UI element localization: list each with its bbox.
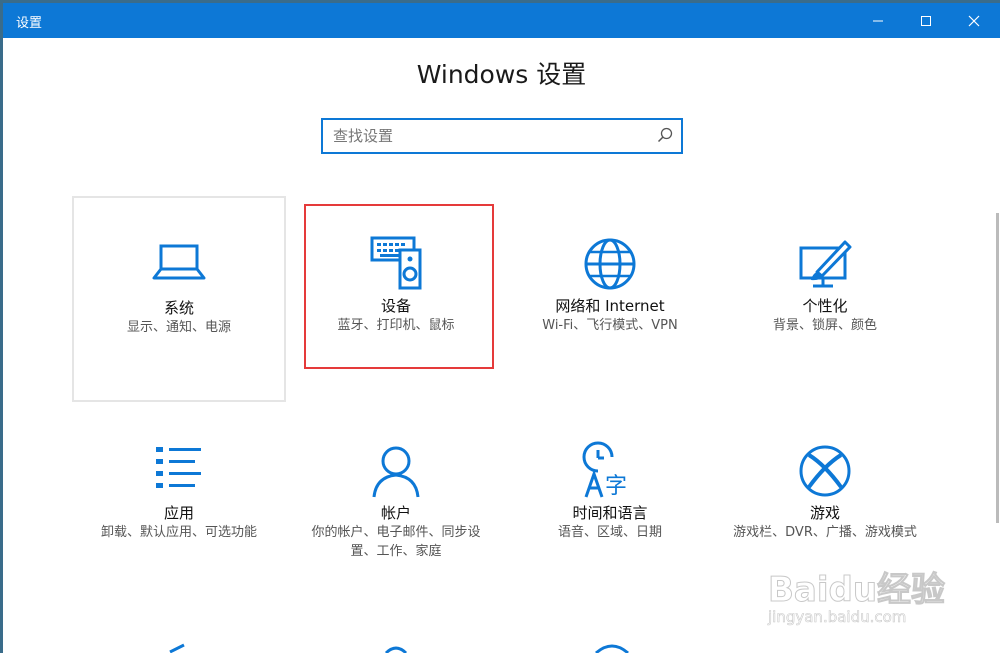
window-title: 设置 bbox=[16, 16, 43, 31]
tile-system[interactable]: 系统 显示、通知、电源 bbox=[72, 196, 286, 402]
person-icon bbox=[372, 446, 420, 498]
watermark-logo: Baidu经验 bbox=[767, 570, 946, 611]
highlight-box bbox=[304, 204, 494, 369]
close-button[interactable] bbox=[951, 3, 997, 38]
paintbrush-monitor-icon bbox=[799, 240, 852, 288]
page-title: Windows 设置 bbox=[416, 60, 587, 89]
search-icon[interactable] bbox=[657, 127, 673, 143]
tile-title: 帐户 bbox=[380, 504, 411, 522]
tile-description: 游戏栏、DVR、广播、游戏模式 bbox=[733, 525, 917, 540]
tile-title: 时间和语言 bbox=[572, 504, 648, 522]
maximize-icon bbox=[921, 15, 931, 26]
list-icon bbox=[156, 447, 201, 488]
xbox-icon bbox=[799, 445, 851, 497]
tile-title: 个性化 bbox=[802, 297, 848, 315]
minimize-icon bbox=[873, 20, 883, 21]
tile-title: 游戏 bbox=[809, 504, 840, 522]
tile-title: 应用 bbox=[163, 504, 194, 522]
tile-apps[interactable]: 应用 卸载、默认应用、可选功能 bbox=[72, 403, 286, 609]
tile-description: 你的帐户、电子邮件、同步设置、工作、家庭 bbox=[311, 525, 481, 559]
tile-description: 语音、区域、日期 bbox=[557, 525, 662, 540]
tile-title: 系统 bbox=[163, 299, 194, 317]
search-box[interactable]: 查找设置 bbox=[321, 118, 683, 154]
maximize-button[interactable] bbox=[903, 3, 949, 38]
watermark-url: jingyan.baidu.com bbox=[768, 608, 907, 627]
partial-icon bbox=[595, 644, 629, 653]
tile-description: Wi-Fi、飞行模式、VPN bbox=[542, 318, 678, 333]
svg-text:字: 字 bbox=[605, 474, 627, 499]
tile-description: 背景、锁屏、颜色 bbox=[772, 318, 877, 333]
tile-description: 显示、通知、电源 bbox=[126, 320, 231, 335]
watermark: Baidu经验 jingyan.baidu.com bbox=[760, 560, 960, 635]
partial-icon bbox=[384, 646, 408, 653]
tile-personalization[interactable]: 个性化 背景、锁屏、颜色 bbox=[718, 196, 932, 402]
close-icon bbox=[968, 15, 980, 26]
search-input[interactable]: 查找设置 bbox=[333, 125, 633, 146]
tile-time-language[interactable]: 字 时间和语言 语音、区域、日期 bbox=[503, 403, 717, 609]
minimize-button[interactable] bbox=[855, 3, 901, 38]
tile-accounts[interactable]: 帐户 你的帐户、电子邮件、同步设置、工作、家庭 bbox=[289, 403, 503, 609]
tile-description: 卸载、默认应用、可选功能 bbox=[100, 525, 257, 540]
globe-icon bbox=[584, 238, 636, 290]
title-bar: 设置 bbox=[3, 3, 1000, 38]
laptop-icon bbox=[152, 244, 206, 280]
settings-window: 设置 Windows 设置 查找设置 系统 显示、通知、电源 设备 蓝牙、打印机… bbox=[3, 3, 1000, 653]
tile-network[interactable]: 网络和 Internet Wi-Fi、飞行模式、VPN bbox=[503, 196, 717, 402]
clock-language-icon: 字 bbox=[582, 441, 627, 499]
tile-title: 网络和 Internet bbox=[555, 297, 665, 315]
scrollbar[interactable] bbox=[996, 213, 999, 523]
partial-icon bbox=[169, 643, 185, 653]
